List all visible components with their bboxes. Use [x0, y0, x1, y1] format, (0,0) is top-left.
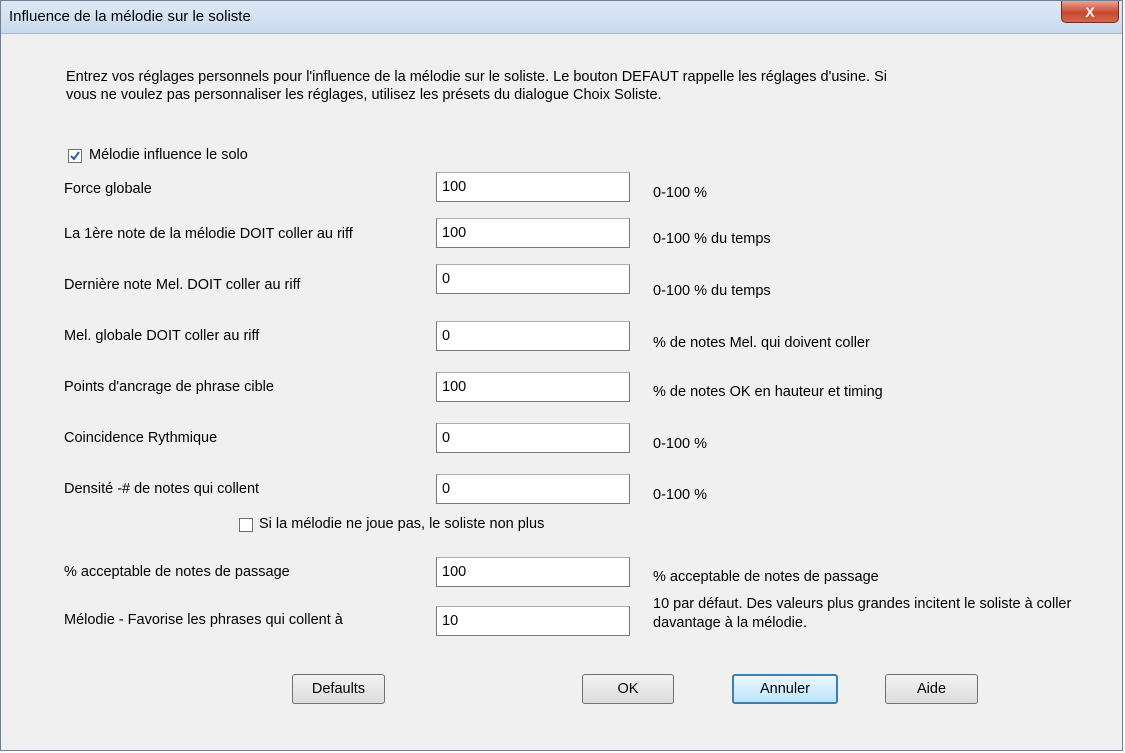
field-hint-density: 0-100 %: [653, 487, 708, 503]
field-label-density: Densité -# de notes qui collent: [64, 481, 260, 497]
close-button[interactable]: X: [1061, 1, 1119, 23]
field-hint-anchor-points: % de notes OK en hauteur et timing: [653, 384, 883, 400]
melody-influence-label: Mélodie influence le solo: [89, 147, 248, 163]
defaults-button-label: Defaults: [311, 681, 366, 697]
info-text: Entrez vos réglages personnels pour l'in…: [66, 69, 887, 103]
field-input-last-note[interactable]: [436, 264, 630, 294]
field-hint-favor-phrases: 10 par défaut. Des valeurs plus grandes …: [653, 596, 1072, 631]
field-label-last-note: Dernière note Mel. DOIT coller au riff: [64, 277, 301, 293]
field-label-passing-notes: % acceptable de notes de passage: [64, 564, 290, 580]
help-button[interactable]: Aide: [885, 674, 978, 704]
silent-solo-label: Si la mélodie ne joue pas, le soliste no…: [259, 516, 545, 532]
field-input-force-globale[interactable]: [436, 172, 630, 202]
cancel-button-label: Annuler: [760, 681, 810, 697]
ok-button[interactable]: OK: [582, 674, 674, 704]
field-input-anchor-points[interactable]: [436, 372, 630, 402]
silent-solo-checkbox[interactable]: [239, 518, 253, 532]
field-label-force-globale: Force globale: [64, 181, 152, 197]
close-icon: X: [1085, 3, 1095, 20]
field-input-global-melody[interactable]: [436, 321, 630, 351]
ok-button-label: OK: [617, 681, 639, 697]
field-hint-rhythmic: 0-100 %: [653, 436, 708, 452]
field-hint-force-globale: 0-100 %: [653, 185, 708, 201]
melody-influence-checkbox[interactable]: [68, 149, 82, 163]
field-label-global-melody: Mel. globale DOIT coller au riff: [64, 328, 260, 344]
field-label-anchor-points: Points d'ancrage de phrase cible: [64, 379, 274, 395]
field-hint-last-note: 0-100 % du temps: [653, 283, 771, 299]
cancel-button[interactable]: Annuler: [732, 674, 838, 704]
field-input-density[interactable]: [436, 474, 630, 504]
check-mark-icon: [70, 151, 80, 161]
field-label-first-note: La 1ère note de la mélodie DOIT coller a…: [64, 226, 353, 242]
title-bar: Influence de la mélodie sur le soliste X: [1, 1, 1122, 34]
field-input-rhythmic[interactable]: [436, 423, 630, 453]
field-hint-global-melody: % de notes Mel. qui doivent coller: [653, 335, 870, 351]
field-hint-first-note: 0-100 % du temps: [653, 231, 771, 247]
defaults-button[interactable]: Defaults: [292, 674, 385, 704]
field-input-favor-phrases[interactable]: [436, 606, 630, 636]
field-input-first-note[interactable]: [436, 218, 630, 248]
dialog-window: Influence de la mélodie sur le soliste X…: [0, 0, 1123, 751]
field-label-rhythmic: Coincidence Rythmique: [64, 430, 218, 446]
field-hint-passing-notes: % acceptable de notes de passage: [653, 569, 879, 585]
field-label-favor-phrases: Mélodie - Favorise les phrases qui colle…: [64, 612, 343, 628]
help-button-label: Aide: [916, 681, 947, 697]
dialog-body: Entrez vos réglages personnels pour l'in…: [1, 34, 1122, 750]
window-title: Influence de la mélodie sur le soliste: [9, 8, 251, 25]
field-input-passing-notes[interactable]: [436, 557, 630, 587]
